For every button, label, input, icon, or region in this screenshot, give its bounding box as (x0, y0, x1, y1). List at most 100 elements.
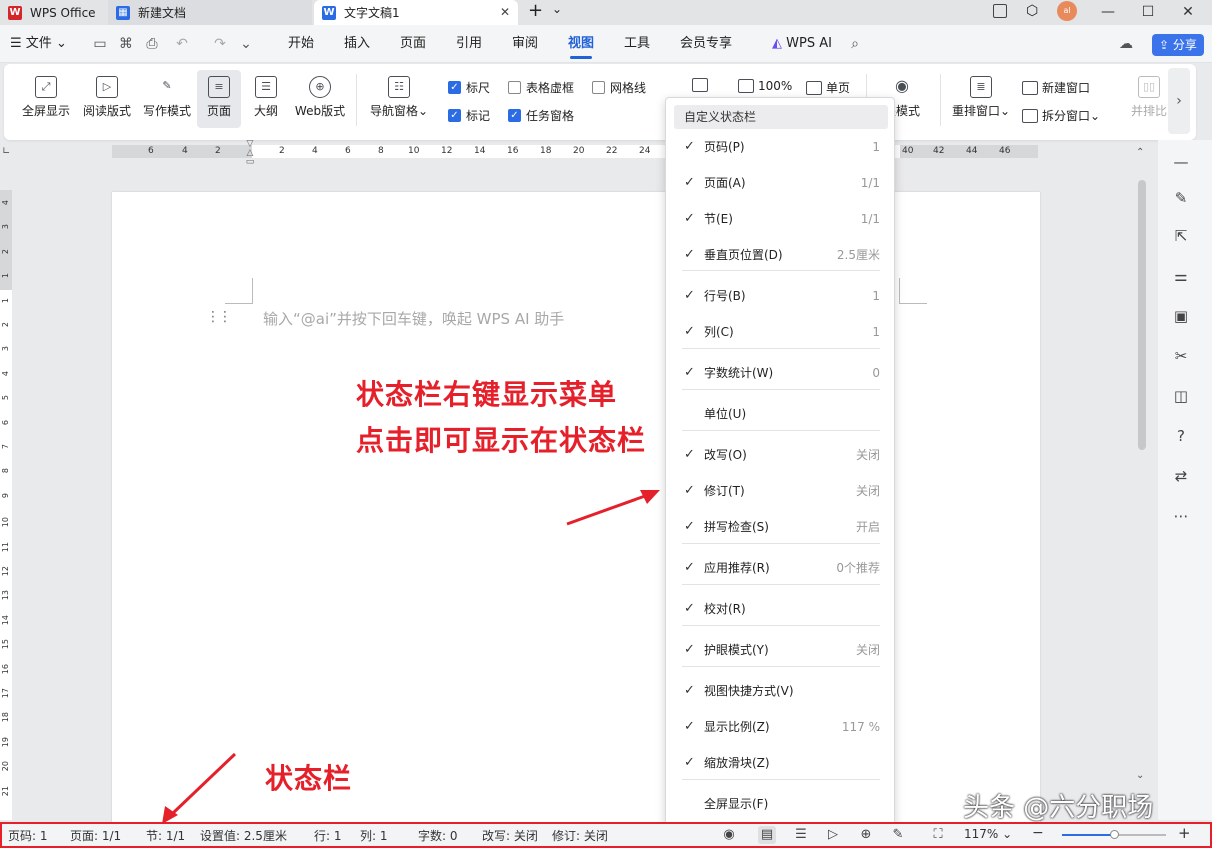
context-menu-item[interactable]: ✓ 行号(B) 1 (674, 282, 888, 310)
context-menu-item-label: 显示比例(Z) (704, 720, 770, 734)
context-menu-item-label: 列(C) (704, 325, 734, 339)
context-menu-item[interactable]: ✓ 节(E) 1/1 (674, 205, 888, 233)
context-menu-item-label: 应用推荐(R) (704, 561, 770, 575)
context-menu-item[interactable]: ✓ 应用推荐(R) 0个推荐 (674, 554, 888, 582)
status-bar: 页码: 1 页面: 1/1 节: 1/1 设置值: 2.5厘米 行: 1 列: … (0, 822, 1212, 848)
pointer-icon[interactable]: ⇱ (1171, 226, 1191, 246)
context-menu-item-label: 拼写检查(S) (704, 520, 769, 534)
context-menu-item-label: 页码(P) (704, 140, 745, 154)
context-menu-item-value: 关闭 (855, 484, 880, 498)
checkmark-icon: ✓ (684, 324, 695, 339)
context-menu-title: 自定义状态栏 (674, 105, 888, 129)
page-view-icon[interactable]: ▤ (758, 826, 776, 844)
context-menu-item-value: 1/1 (860, 176, 880, 190)
context-menu-separator (682, 389, 880, 390)
context-menu-item-label: 缩放滑块(Z) (704, 756, 770, 770)
zoom-out-button[interactable]: − (1032, 825, 1044, 841)
zoom-slider-fill (1062, 834, 1114, 836)
checkmark-icon: ✓ (684, 560, 695, 575)
context-menu-separator (682, 430, 880, 431)
status-word-count[interactable]: 字数: 0 (418, 827, 458, 844)
context-menu-item-value: 0 (872, 366, 880, 380)
play-icon[interactable]: ▷ (824, 826, 842, 844)
context-menu-item-label: 单位(U) (704, 407, 747, 421)
status-bar-context-menu: 自定义状态栏 ✓ 页码(P) 1 ✓ 页面(A) 1/1 ✓ 节(E) 1/1 ✓ 垂直页位置(D)… (665, 97, 895, 827)
context-menu-item-label: 字数统计(W) (704, 366, 774, 380)
context-menu-item-value: 1 (872, 289, 880, 303)
context-menu-item[interactable]: ✓ 显示比例(Z) 117 % (674, 713, 888, 741)
status-page[interactable]: 页码: 1 (8, 827, 48, 844)
checkmark-icon: ✓ (684, 365, 695, 380)
outline-view-icon[interactable]: ☰ (792, 826, 810, 844)
status-line[interactable]: 行: 1 (314, 827, 342, 844)
scroll-down-icon[interactable]: ⌄ (1136, 770, 1144, 781)
context-menu-separator (682, 543, 880, 544)
context-menu-item[interactable]: ✓ 拼写检查(S) 开启 (674, 513, 888, 541)
context-menu-item-label: 垂直页位置(D) (704, 248, 783, 262)
checkmark-icon: ✓ (684, 447, 695, 462)
context-menu-item[interactable]: ✓ 字数统计(W) 0 (674, 359, 888, 387)
context-menu-item-value: 1 (872, 140, 880, 154)
context-menu-item[interactable]: ✓ 列(C) 1 (674, 318, 888, 346)
context-menu-item[interactable]: ✓ 页面(A) 1/1 (674, 169, 888, 197)
help-icon[interactable]: ? (1171, 426, 1191, 446)
context-menu-item-label: 行号(B) (704, 289, 746, 303)
context-menu-item[interactable]: 单位(U) (674, 400, 888, 428)
web-view-icon[interactable]: ⊕ (857, 826, 875, 844)
context-menu-item[interactable]: ✓ 视图快捷方式(V) (674, 677, 888, 705)
arrow-to-statusbar (162, 752, 237, 824)
collapse-icon[interactable]: — (1171, 152, 1191, 172)
image-icon[interactable]: ▣ (1171, 306, 1191, 326)
more-icon[interactable]: ⋯ (1171, 506, 1191, 526)
status-overtype[interactable]: 改写: 关闭 (482, 827, 538, 844)
status-position[interactable]: 设置值: 2.5厘米 (200, 827, 287, 844)
context-menu-item-value: 2.5厘米 (836, 248, 880, 262)
status-section[interactable]: 节: 1/1 (146, 827, 185, 844)
zoom-in-button[interactable]: + (1178, 824, 1191, 842)
context-menu-item[interactable]: ✓ 页码(P) 1 (674, 133, 888, 161)
sliders-icon[interactable]: ⚌ (1171, 266, 1191, 286)
checkmark-icon: ✓ (684, 519, 695, 534)
context-menu-separator (682, 666, 880, 667)
annotation-arrows (162, 490, 660, 824)
fit-screen-icon[interactable]: ⛶ (929, 826, 947, 844)
pen-icon[interactable]: ✎ (1171, 188, 1191, 208)
context-menu-item[interactable]: ✓ 校对(R) (674, 595, 888, 623)
checkmark-icon: ✓ (684, 483, 695, 498)
checkmark-icon: ✓ (684, 601, 695, 616)
context-menu-separator (682, 625, 880, 626)
right-sidebar: — ✎ ⇱ ⚌ ▣ ✂ ◫ ? ⇄ ⋯ (1158, 140, 1212, 820)
context-menu-item-label: 页面(A) (704, 176, 746, 190)
translate-icon[interactable]: ⇄ (1171, 466, 1191, 486)
context-menu-item[interactable]: ✓ 改写(O) 关闭 (674, 441, 888, 469)
eye-icon[interactable]: ◉ (720, 826, 738, 844)
context-menu-item-label: 全屏显示(F) (704, 797, 769, 811)
zoom-value: 117% (964, 827, 999, 841)
checkmark-icon: ✓ (684, 642, 695, 657)
context-menu-item-label: 节(E) (704, 212, 733, 226)
context-menu-item[interactable]: ✓ 护眼模式(Y) 关闭 (674, 636, 888, 664)
zoom-slider-knob[interactable] (1110, 830, 1119, 839)
context-menu-item-value: 关闭 (855, 643, 880, 657)
arrow-to-menu (566, 490, 660, 526)
status-revision[interactable]: 修订: 关闭 (552, 827, 608, 844)
checkmark-icon: ✓ (684, 288, 695, 303)
context-menu-separator (682, 779, 880, 780)
map-search-icon[interactable]: ◫ (1171, 386, 1191, 406)
watermark: 头条 @六分职场 (963, 793, 1154, 823)
context-menu-item[interactable]: 全屏显示(F) (674, 790, 888, 818)
context-menu-item-value: 0个推荐 (836, 561, 880, 575)
status-pages[interactable]: 页面: 1/1 (70, 827, 121, 844)
scroll-up-icon[interactable]: ⌃ (1136, 147, 1144, 158)
context-menu-item[interactable]: ✓ 缩放滑块(Z) (674, 749, 888, 777)
context-menu-item-value: 开启 (855, 520, 880, 534)
zoom-slider[interactable] (1062, 830, 1166, 839)
context-menu-item[interactable]: ✓ 修订(T) 关闭 (674, 477, 888, 505)
tools-icon[interactable]: ✂ (1171, 346, 1191, 366)
context-menu-item[interactable]: ✓ 垂直页位置(D) 2.5厘米 (674, 241, 888, 269)
status-column[interactable]: 列: 1 (360, 827, 388, 844)
zoom-percent[interactable]: 117% ⌄ (964, 827, 1012, 841)
pen-icon[interactable]: ✎ (889, 826, 907, 844)
checkmark-icon: ✓ (684, 211, 695, 226)
vertical-scrollbar[interactable] (1138, 180, 1146, 450)
